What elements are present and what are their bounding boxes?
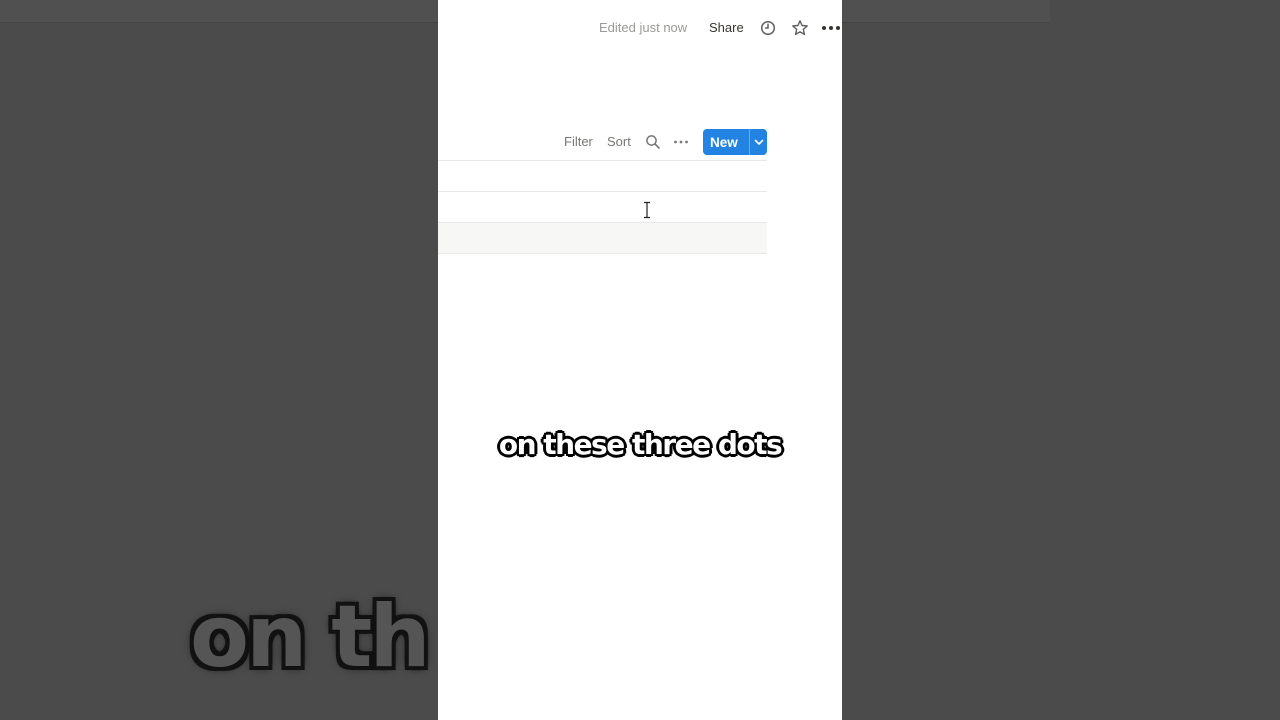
new-button[interactable]: New [703, 129, 767, 155]
share-button[interactable]: Share [709, 20, 744, 35]
more-icon[interactable] [820, 17, 842, 39]
text-cursor-icon [642, 201, 652, 219]
table-row[interactable] [438, 191, 767, 223]
video-caption: on these three dots [498, 428, 783, 461]
table-row[interactable] [438, 223, 767, 254]
sort-button[interactable]: Sort [607, 134, 631, 149]
clock-icon[interactable] [757, 17, 779, 39]
search-icon[interactable] [644, 133, 662, 151]
more-icon[interactable] [672, 133, 690, 151]
filter-button[interactable]: Filter [564, 134, 593, 149]
chevron-down-icon[interactable] [750, 138, 767, 146]
edited-status: Edited just now [599, 20, 688, 35]
star-icon[interactable] [789, 17, 811, 39]
database-toolbar: Filter Sort New [438, 128, 768, 156]
table-header-row [438, 160, 767, 192]
new-button-label: New [710, 134, 738, 150]
page-topbar: Edited just now Share [438, 0, 842, 56]
notion-page-frame: Edited just now Share Filter Sort New [438, 0, 842, 720]
